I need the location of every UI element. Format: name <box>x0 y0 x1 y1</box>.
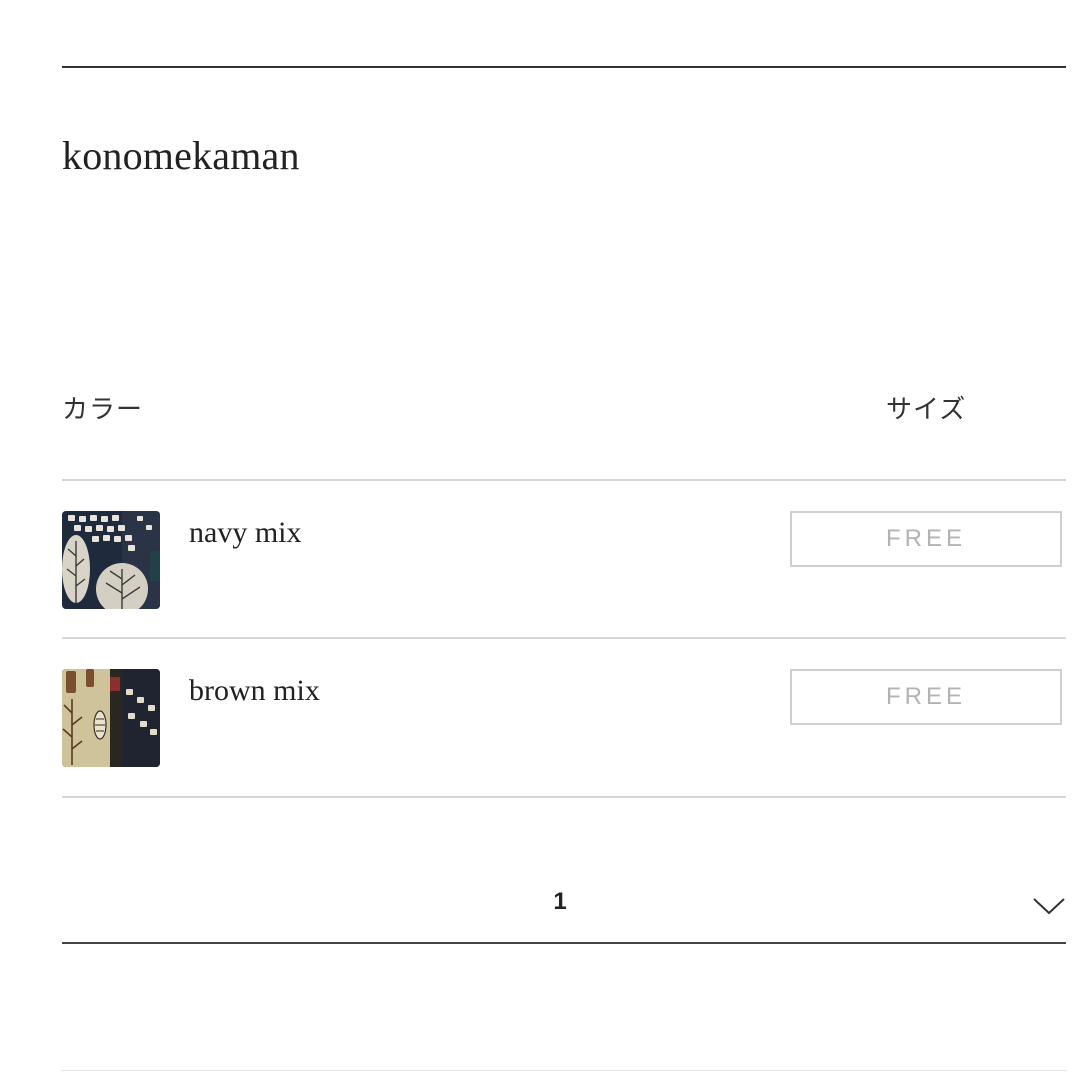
bottom-divider <box>62 1070 1066 1071</box>
navy-mix-swatch-icon[interactable] <box>62 511 160 609</box>
variant-row-navy-mix: navy mix FREE <box>62 511 1066 611</box>
variant-row-brown-mix: brown mix FREE <box>62 669 1066 769</box>
quantity-underline <box>62 942 1066 944</box>
size-option-button[interactable]: FREE <box>790 511 1062 567</box>
quantity-value: 1 <box>553 888 567 915</box>
variant-color-label: navy mix <box>189 516 302 549</box>
quantity-select[interactable]: 1 <box>62 870 1066 940</box>
color-column-header: カラー <box>62 395 144 425</box>
variant-color-label: brown mix <box>189 674 320 707</box>
row-divider <box>62 796 1066 798</box>
brand-name: konomekaman <box>62 133 300 178</box>
row-divider <box>62 479 1066 481</box>
size-column-header: サイズ <box>886 395 967 425</box>
chevron-down-icon <box>1032 896 1066 916</box>
row-divider <box>62 637 1066 639</box>
top-divider <box>62 66 1066 68</box>
brown-mix-swatch-icon[interactable] <box>62 669 160 767</box>
size-option-button[interactable]: FREE <box>790 669 1062 725</box>
